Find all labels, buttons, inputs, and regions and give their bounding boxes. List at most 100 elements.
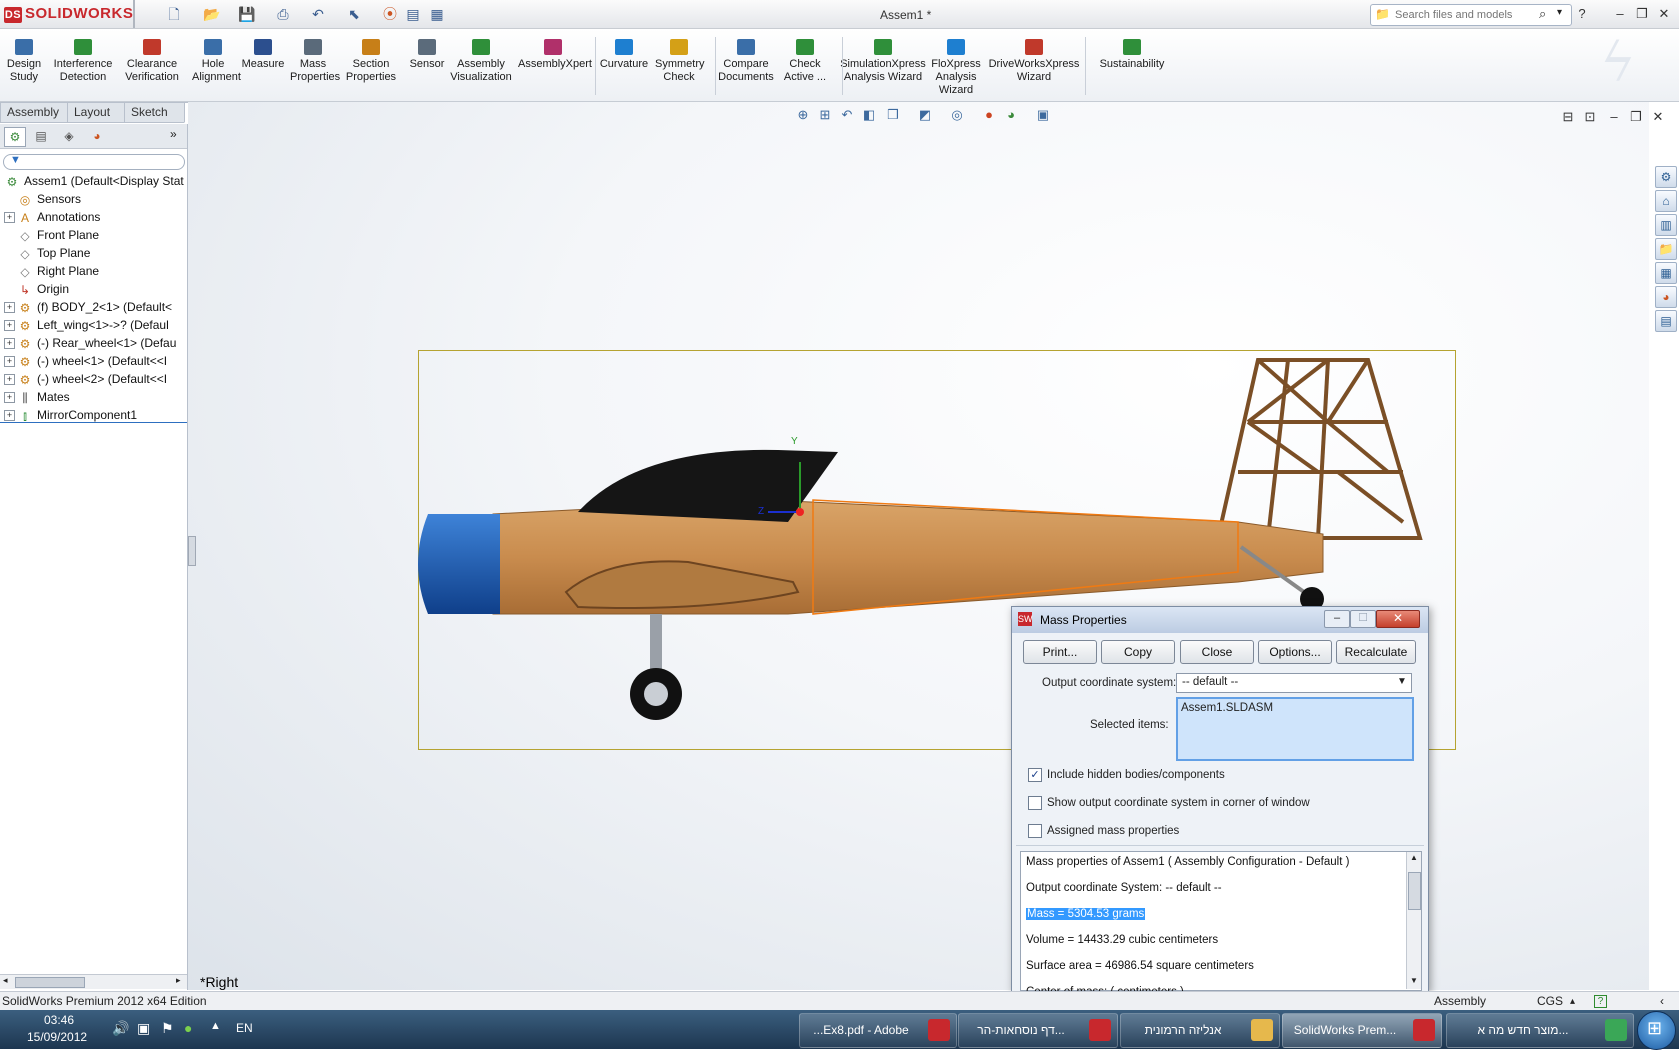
display-manager-tab-icon[interactable]: ◕ xyxy=(87,127,107,145)
status-expand-icon[interactable]: ‹ xyxy=(1660,992,1664,1011)
chevron-down-icon[interactable]: ▾ xyxy=(1557,7,1562,18)
start-button[interactable]: ⊞ xyxy=(1637,1011,1676,1050)
dialog-maximize-icon[interactable]: ☐ xyxy=(1350,610,1376,628)
configuration-manager-tab-icon[interactable]: ◈ xyxy=(59,127,79,145)
check-active-button[interactable]: Check Active ... xyxy=(783,31,827,84)
section-view-icon[interactable]: ◧ xyxy=(861,107,877,123)
custom-properties-icon[interactable]: ▤ xyxy=(1655,310,1677,332)
filter-box[interactable]: ▼ xyxy=(3,154,185,170)
apply-scene-icon[interactable]: ◕ xyxy=(1003,107,1019,123)
checkbox-row[interactable]: ✓ Include hidden bodies/components xyxy=(1028,768,1225,782)
dialog-close-icon[interactable]: ✕ xyxy=(1376,610,1420,628)
previous-view-icon[interactable]: ↶ xyxy=(839,107,855,123)
dialog-minimize-icon[interactable]: – xyxy=(1324,610,1350,628)
horizontal-scrollbar[interactable]: ◂ ▸ xyxy=(0,974,187,989)
dropdown-arrow-icon[interactable]: ▼ xyxy=(1397,676,1407,687)
hole-alignment-button[interactable]: Hole Alignment xyxy=(192,31,241,84)
action-center-icon[interactable]: ⚑ xyxy=(161,1020,174,1037)
volume-icon[interactable]: 🔊 xyxy=(112,1020,129,1037)
driveworks-button[interactable]: DriveWorksXpress Wizard xyxy=(985,31,1083,84)
assemblyxpert-button[interactable]: AssemblyXpert xyxy=(518,31,592,71)
tree-item[interactable]: + A Annotations xyxy=(0,208,187,226)
assembly-visualization-button[interactable]: Assembly Visualization xyxy=(450,31,512,84)
tree-item[interactable]: ◇ Right Plane xyxy=(0,262,187,280)
taskbar-item[interactable]: אנליזה הרמונית xyxy=(1120,1013,1280,1048)
tree-item[interactable]: + ⚙ (-) wheel<1> (Default<<I xyxy=(0,352,187,370)
airplane-model[interactable] xyxy=(188,102,1649,990)
results-text-area[interactable]: Mass properties of Assem1 ( Assembly Con… xyxy=(1020,851,1422,998)
copy-button[interactable]: Copy xyxy=(1101,640,1175,664)
save-icon[interactable]: 💾 xyxy=(238,5,256,23)
expand-icon[interactable]: + xyxy=(4,320,15,332)
minimize-icon[interactable]: – xyxy=(1612,6,1628,22)
expand-icon[interactable]: + xyxy=(4,338,15,350)
recalculate-button[interactable]: Recalculate xyxy=(1336,640,1416,664)
expand-icon[interactable]: + xyxy=(4,392,15,404)
checkbox[interactable]: ✓ xyxy=(1028,768,1042,782)
checkbox[interactable] xyxy=(1028,824,1042,838)
selected-item[interactable]: Assem1.SLDASM xyxy=(1181,702,1273,714)
tree-item[interactable]: ◇ Top Plane xyxy=(0,244,187,262)
graphics-area[interactable]: Y Z *Right xyxy=(188,102,1649,990)
help-icon[interactable]: ? xyxy=(1574,6,1590,22)
view-settings-icon[interactable]: ▣ xyxy=(1035,107,1051,123)
show-hidden-icons[interactable]: ▲ xyxy=(210,1020,221,1032)
print-icon[interactable]: ⎙ xyxy=(274,5,292,23)
expand-icon[interactable]: + xyxy=(4,302,15,314)
expand-panel-icon[interactable]: » xyxy=(170,127,177,141)
property-manager-tab-icon[interactable]: ▤ xyxy=(31,127,51,145)
scroll-down-icon[interactable]: ▼ xyxy=(1410,976,1418,985)
view-palette-icon[interactable]: ▦ xyxy=(1655,262,1677,284)
help-status-icon[interactable]: ? xyxy=(1594,995,1607,1008)
simulationxpress-button[interactable]: SimulationXpress Analysis Wizard xyxy=(840,31,926,84)
options-button[interactable]: Options... xyxy=(1258,640,1332,664)
appearances-icon[interactable]: ◕ xyxy=(1655,286,1677,308)
section-properties-button[interactable]: Section Properties xyxy=(345,31,397,84)
split-icon[interactable]: ⊡ xyxy=(1582,109,1598,125)
edit-appearance-icon[interactable]: ● xyxy=(981,107,997,123)
restore-icon[interactable]: ❐ xyxy=(1634,6,1650,22)
expand-icon[interactable]: + xyxy=(4,356,15,368)
select-icon[interactable]: ⬉ xyxy=(345,5,363,23)
clock-date[interactable]: 15/09/2012 xyxy=(27,1030,87,1044)
tab-assembly[interactable]: Assembly xyxy=(0,102,72,123)
design-library-icon[interactable]: ▥ xyxy=(1655,214,1677,236)
tree-item[interactable]: ↳ Origin xyxy=(0,280,187,298)
tree-item[interactable]: + ⚙ (f) BODY_2<1> (Default< xyxy=(0,298,187,316)
doc-close-icon[interactable]: ✕ xyxy=(1650,109,1666,125)
taskbar-item[interactable]: SolidWorks Prem... xyxy=(1282,1013,1442,1048)
interference-button[interactable]: Interference Detection xyxy=(52,31,114,84)
zoom-to-area-icon[interactable]: ⊞ xyxy=(817,107,833,123)
doc-restore-icon[interactable]: ❐ xyxy=(1628,109,1644,125)
sensor-button[interactable]: Sensor xyxy=(408,31,446,71)
clock-time[interactable]: 03:46 xyxy=(44,1013,74,1027)
print-button[interactable]: Print... xyxy=(1023,640,1097,664)
tab-sketch[interactable]: Sketch xyxy=(124,102,188,123)
symmetry-button[interactable]: Symmetry Check xyxy=(655,31,705,84)
search-box[interactable]: 📁 ⌕ ▾ xyxy=(1370,4,1572,26)
sustainability-button[interactable]: Sustainability xyxy=(1094,31,1170,71)
results-scrollbar[interactable]: ▲ ▼ xyxy=(1406,852,1421,989)
search-icon[interactable]: ⌕ xyxy=(1539,6,1546,22)
display-style-icon[interactable]: ◩ xyxy=(917,107,933,123)
units-chevron-icon[interactable]: ▴ xyxy=(1570,992,1575,1011)
security-icon[interactable]: ● xyxy=(184,1020,192,1036)
taskbar-item[interactable]: מוצר חדש מה א... xyxy=(1446,1013,1634,1048)
floxpress-button[interactable]: FloXpress Analysis Wizard xyxy=(928,31,984,97)
curvature-button[interactable]: Curvature xyxy=(598,31,650,71)
language-indicator[interactable]: EN xyxy=(236,1021,253,1035)
taskbar-item[interactable]: ...Ex8.pdf - Adobe xyxy=(799,1013,957,1048)
selected-items-list[interactable]: Assem1.SLDASM xyxy=(1176,697,1414,761)
rebuild-icon[interactable]: ⦿ xyxy=(381,5,399,23)
view-orientation-icon[interactable]: ❒ xyxy=(885,107,901,123)
tree-item[interactable]: + ⫼ Mates xyxy=(0,388,187,406)
expand-icon[interactable]: + xyxy=(4,374,15,386)
scroll-right-icon[interactable]: ▸ xyxy=(176,975,181,986)
tree-item[interactable]: + ⚙ (-) Rear_wheel<1> (Defau xyxy=(0,334,187,352)
clearance-button[interactable]: Clearance Verification xyxy=(122,31,182,84)
expand-icon[interactable]: + xyxy=(4,410,15,422)
taskbar-item[interactable]: דף נוסחאות-הר... xyxy=(958,1013,1118,1048)
measure-button[interactable]: Measure xyxy=(240,31,286,71)
design-study-button[interactable]: Design Study xyxy=(4,31,44,84)
menu-flyout-handle[interactable] xyxy=(133,0,135,28)
